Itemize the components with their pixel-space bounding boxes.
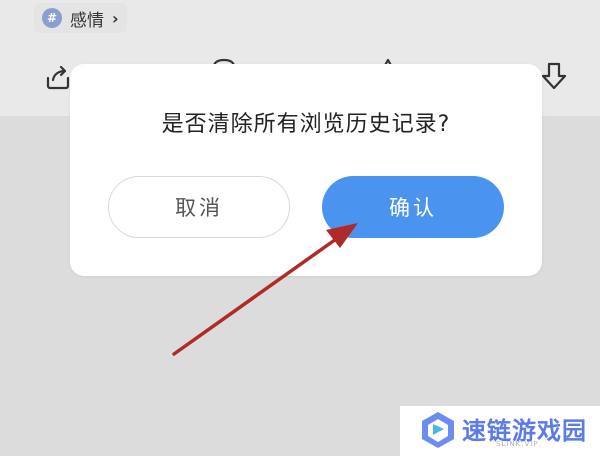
annotation-arrow-icon: [172, 223, 358, 356]
watermark: 速链游戏园 SLINK.VIP: [400, 406, 600, 456]
watermark-logo-icon: [422, 412, 454, 448]
watermark-subtitle: SLINK.VIP: [496, 440, 539, 448]
